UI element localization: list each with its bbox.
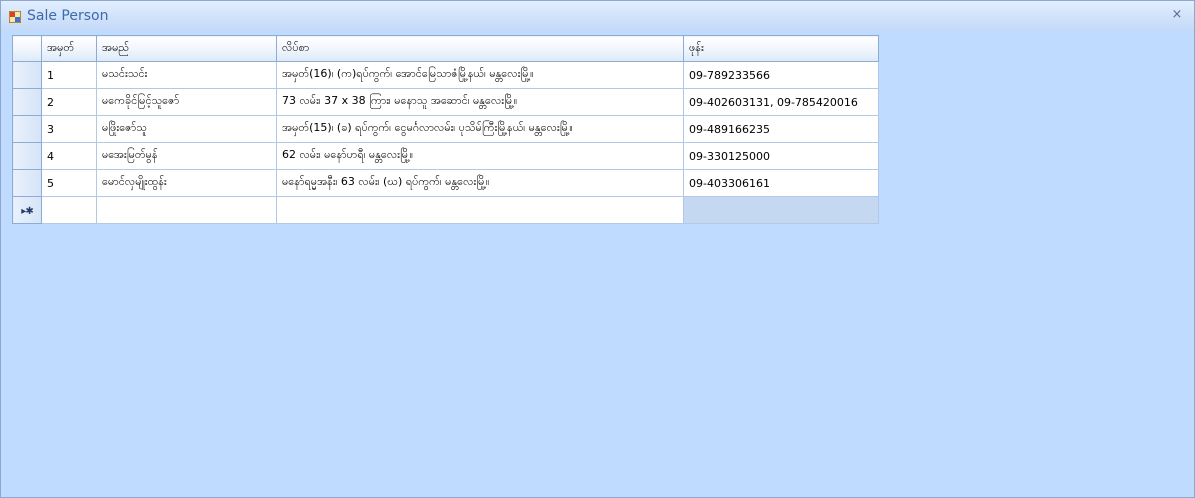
close-icon: × — [1171, 7, 1183, 22]
table-row[interactable]: 3 မဖြိုးဇော်သူ အမှတ်(15)၊ (ခ) ရပ်ကွက်၊ င… — [12, 115, 879, 143]
column-header-address[interactable]: လိပ်စာ — [276, 35, 684, 62]
app-icon — [9, 11, 21, 23]
cell-id[interactable]: 2 — [41, 88, 97, 116]
row-header[interactable] — [12, 61, 42, 89]
cell-address[interactable]: မနော်ရမ္မအနီး၊ 63 လမ်း၊ (ဃ) ရပ်ကွက်၊ မန္… — [276, 169, 684, 197]
cell-phone[interactable]: 09-330125000 — [683, 142, 879, 170]
close-button[interactable]: × — [1170, 8, 1184, 22]
cell-phone[interactable]: 09-403306161 — [683, 169, 879, 197]
cell-id[interactable]: 3 — [41, 115, 97, 143]
cell-address[interactable]: အမှတ်(15)၊ (ခ) ရပ်ကွက်၊ ငွေမင်္ဂလာလမ်း၊ … — [276, 115, 684, 143]
sale-person-grid[interactable]: အမှတ် အမည် လိပ်စာ ဖုန်း 1 မသင်းသင်း အမှတ… — [12, 35, 879, 224]
cell-id[interactable]: 1 — [41, 61, 97, 89]
new-row-indicator-icon: ▸✱ — [21, 205, 33, 217]
row-header[interactable] — [12, 88, 42, 116]
new-cell-name[interactable] — [96, 196, 277, 224]
cell-address[interactable]: အမှတ်(16)၊ (က)ရပ်ကွက်၊ အောင်မြေသာဇံမြို့… — [276, 61, 684, 89]
cell-phone[interactable]: 09-489166235 — [683, 115, 879, 143]
table-row[interactable]: 4 မအေးမြတ်မွန် 62 လမ်း၊ မနော်ဟရီ၊ မန္တလေ… — [12, 142, 879, 170]
table-row[interactable]: 1 မသင်းသင်း အမှတ်(16)၊ (က)ရပ်ကွက်၊ အောင်… — [12, 61, 879, 89]
cell-id[interactable]: 4 — [41, 142, 97, 170]
cell-name[interactable]: မသင်းသင်း — [96, 61, 277, 89]
corner-header-cell[interactable] — [12, 35, 42, 62]
column-header-id[interactable]: အမှတ် — [41, 35, 97, 62]
table-row[interactable]: 5 မောင်လှမျိုးထွန်း မနော်ရမ္မအနီး၊ 63 လမ… — [12, 169, 879, 197]
cell-phone[interactable]: 09-789233566 — [683, 61, 879, 89]
column-header-name[interactable]: အမည် — [96, 35, 277, 62]
cell-name[interactable]: မကေခိုင်မြင့်သူဇော် — [96, 88, 277, 116]
new-cell-address[interactable] — [276, 196, 684, 224]
cell-name[interactable]: မောင်လှမျိုးထွန်း — [96, 169, 277, 197]
new-row[interactable]: ▸✱ — [12, 196, 879, 224]
row-header[interactable] — [12, 169, 42, 197]
cell-name[interactable]: မအေးမြတ်မွန် — [96, 142, 277, 170]
cell-name[interactable]: မဖြိုးဇော်သူ — [96, 115, 277, 143]
cell-id[interactable]: 5 — [41, 169, 97, 197]
new-row-header[interactable]: ▸✱ — [12, 196, 42, 224]
title-bar[interactable]: Sale Person × — [1, 1, 1194, 31]
new-cell-id[interactable] — [41, 196, 97, 224]
cell-phone[interactable]: 09-402603131, 09-785420016 — [683, 88, 879, 116]
row-header[interactable] — [12, 142, 42, 170]
sale-person-window: Sale Person × အမှတ် အမည် လိပ်စာ ဖုန်း 1 … — [0, 0, 1195, 498]
row-header[interactable] — [12, 115, 42, 143]
new-cell-phone[interactable] — [683, 196, 879, 224]
header-row: အမှတ် အမည် လိပ်စာ ဖုန်း — [12, 35, 879, 62]
cell-address[interactable]: 62 လမ်း၊ မနော်ဟရီ၊ မန္တလေးမြို့။ — [276, 142, 684, 170]
column-header-phone[interactable]: ဖုန်း — [683, 35, 879, 62]
table-row[interactable]: 2 မကေခိုင်မြင့်သူဇော် 73 လမ်း၊ 37 x 38 က… — [12, 88, 879, 116]
cell-address[interactable]: 73 လမ်း၊ 37 x 38 ကြား၊ မနောသူ အဆောင်၊ မန… — [276, 88, 684, 116]
window-title: Sale Person — [27, 8, 109, 24]
